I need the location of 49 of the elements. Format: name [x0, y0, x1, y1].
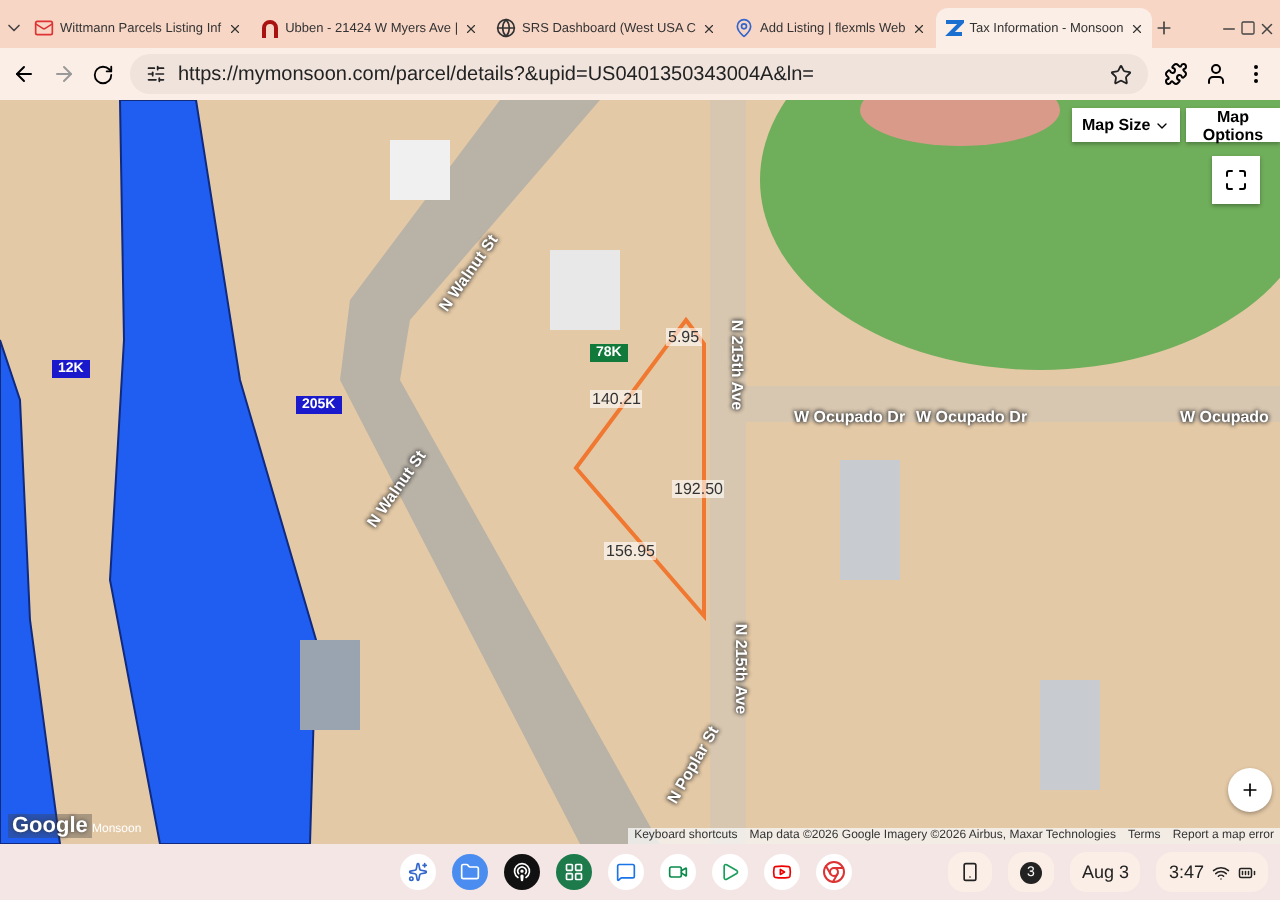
folder-icon[interactable] [452, 854, 488, 890]
podcast-icon[interactable] [504, 854, 540, 890]
battery-icon [1238, 863, 1256, 881]
dimension-label: 192.50 [672, 480, 725, 498]
mail-icon [34, 18, 54, 38]
fullscreen-button[interactable] [1212, 156, 1260, 204]
restore-icon[interactable] [1240, 20, 1256, 36]
launcher-icon[interactable] [400, 854, 436, 890]
street-label: N 215th Ave [728, 319, 747, 411]
street-label: W Ocupado Dr [916, 408, 1028, 426]
browser-icon[interactable] [816, 854, 852, 890]
arch-icon [259, 18, 280, 38]
address-field[interactable]: https://mymonsoon.com/parcel/details?&upid=US0401350343004A&ln= [130, 54, 1148, 94]
date-button[interactable]: Aug 3 [1069, 852, 1141, 892]
fullscreen-icon[interactable] [1224, 168, 1248, 192]
site-settings-icon[interactable] [146, 64, 166, 84]
clock-text: 3:47 [1168, 862, 1204, 882]
close-icon[interactable] [1258, 19, 1276, 37]
profile-icon[interactable] [1204, 62, 1228, 86]
phone-hub-button[interactable] [947, 852, 992, 892]
globe-icon [496, 18, 517, 38]
wifi-icon [1212, 863, 1230, 881]
close-icon[interactable] [702, 21, 716, 35]
bookmark-star-icon[interactable] [1110, 63, 1132, 85]
url-text: https://mymonsoon.com/parcel/details?&upid=US0401350343004A&ln= [178, 63, 816, 85]
close-icon[interactable] [1129, 21, 1144, 35]
status-area[interactable]: 3:47 [1156, 852, 1268, 892]
grid-app-icon[interactable] [556, 854, 592, 890]
play-store-icon[interactable] [712, 854, 748, 890]
new-tab-icon[interactable] [1153, 18, 1174, 38]
back-icon[interactable] [12, 62, 36, 86]
street-label: N 215th Ave [732, 623, 751, 715]
dimension-label: 5.95 [666, 328, 702, 346]
chat-icon[interactable] [608, 854, 644, 890]
close-icon[interactable] [464, 21, 479, 35]
close-icon[interactable] [911, 21, 926, 35]
reload-icon[interactable] [92, 63, 114, 85]
video-call-icon[interactable] [660, 854, 696, 890]
close-icon[interactable] [227, 21, 242, 35]
street-label: W Ocupado [1180, 408, 1269, 426]
map-options-button[interactable]: Map Options [1186, 108, 1280, 142]
phone-icon[interactable] [959, 862, 980, 882]
dimension-label: 140.21 [590, 390, 643, 408]
extensions-icon[interactable] [1164, 62, 1188, 86]
street-label: W Ocupado Dr [794, 408, 906, 426]
dimension-label: 156.95 [604, 542, 657, 560]
video-play-icon[interactable] [764, 854, 800, 890]
map-pin-icon [734, 18, 754, 38]
map-size-dropdown[interactable]: Map Size [1072, 108, 1181, 142]
